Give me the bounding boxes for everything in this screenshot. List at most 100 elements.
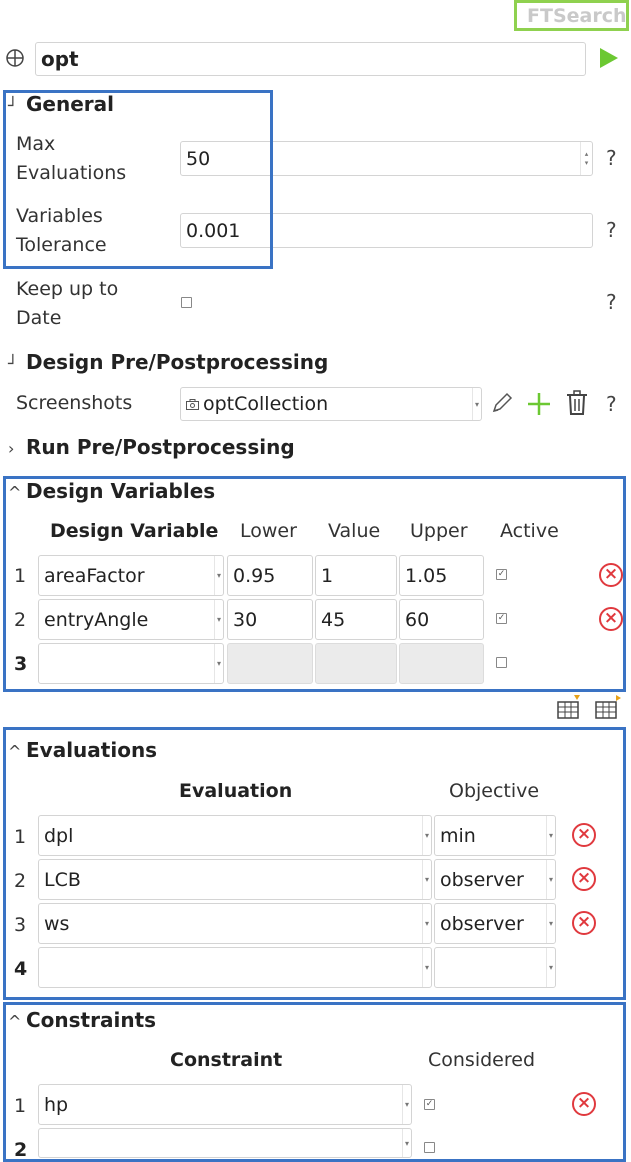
upper-value: 60 (405, 608, 430, 631)
col-active: Active (500, 520, 559, 542)
max-evaluations-value: 50 (186, 147, 211, 170)
table-import-icon[interactable] (556, 694, 582, 720)
active-checkbox[interactable]: ✓ (496, 569, 507, 580)
screenshots-label: Screenshots (16, 392, 133, 414)
max-evaluations-label: Max Evaluations (16, 133, 127, 184)
chevron-down-icon[interactable]: ▾ (214, 644, 223, 683)
considered-checkbox[interactable]: ✓ (424, 1099, 435, 1110)
chevron-down-icon[interactable]: ▾ (214, 556, 223, 595)
evaluation-name-value: ws (44, 912, 70, 935)
chevron-down-icon[interactable]: ▾ (546, 816, 555, 855)
object-name-field[interactable]: opt (35, 42, 586, 76)
considered-checkbox[interactable] (424, 1142, 435, 1153)
chevron-down-icon[interactable]: ▾ (402, 1085, 411, 1124)
ftsearch-button[interactable]: FTSearch (514, 0, 629, 31)
table-export-icon[interactable] (594, 694, 622, 720)
camera-icon (186, 398, 199, 410)
value-field[interactable]: 1 (315, 555, 397, 596)
delete-row-icon[interactable]: × (572, 911, 596, 935)
help-icon[interactable]: ? (606, 290, 617, 314)
section-general-header[interactable]: ┘ General (8, 92, 114, 116)
row-number: 2 (14, 1139, 28, 1161)
active-checkbox[interactable]: ✓ (496, 613, 507, 624)
ftsearch-button-label: FTSearch (527, 5, 627, 27)
keep-up-to-date-checkbox[interactable] (181, 297, 192, 308)
design-variable-name-field[interactable]: entryAngle ▾ (38, 599, 224, 640)
section-run-prepost-title: Run Pre/Postprocessing (26, 435, 295, 459)
play-icon[interactable] (598, 46, 620, 70)
lower-field[interactable]: 0.95 (227, 555, 313, 596)
section-evaluations-header[interactable]: ^ Evaluations (8, 738, 157, 762)
upper-value: 1.05 (405, 564, 448, 587)
evaluation-name-value: dpl (44, 824, 74, 847)
design-variable-name-field[interactable]: ▾ (38, 643, 224, 684)
evaluation-name-field[interactable]: dpl ▾ (38, 815, 432, 856)
collapse-corner-icon: ┘ (8, 354, 18, 373)
delete-row-icon[interactable]: × (599, 563, 623, 587)
constraint-name-field[interactable]: hp ▾ (38, 1084, 412, 1125)
row-number: 3 (14, 653, 28, 675)
chevron-down-icon[interactable]: ▾ (422, 816, 431, 855)
delete-row-icon[interactable]: × (572, 823, 596, 847)
help-icon[interactable]: ? (606, 218, 617, 242)
chevron-down-icon[interactable]: ▾ (546, 904, 555, 943)
upper-field[interactable]: 60 (399, 599, 484, 640)
add-icon[interactable] (526, 391, 552, 417)
evaluation-name-field[interactable]: ▾ (38, 947, 432, 988)
chevron-down-icon[interactable]: ▾ (214, 600, 223, 639)
collapse-corner-icon: ┘ (8, 96, 18, 115)
variables-tolerance-field[interactable]: 0.001 (180, 213, 593, 248)
delete-row-icon[interactable]: × (599, 607, 623, 631)
delete-row-icon[interactable]: × (572, 1092, 596, 1116)
chevron-up-icon: ^ (8, 483, 22, 502)
section-constraints-header[interactable]: ^ Constraints (8, 1008, 156, 1032)
chevron-down-icon[interactable]: ▾ (546, 948, 555, 987)
objective-select[interactable]: min ▾ (434, 815, 556, 856)
pencil-icon[interactable] (490, 391, 514, 415)
evaluation-name-field[interactable]: ws ▾ (38, 903, 432, 944)
objective-select[interactable]: observer ▾ (434, 903, 556, 944)
design-variable-name-value: entryAngle (44, 608, 149, 631)
chevron-down-icon[interactable]: ▾ (422, 904, 431, 943)
trash-icon[interactable] (565, 390, 589, 416)
lower-value: 30 (233, 608, 258, 631)
design-variable-name-value: areaFactor (44, 564, 145, 587)
design-variable-name-field[interactable]: areaFactor ▾ (38, 555, 224, 596)
screenshots-select[interactable]: optCollection ▾ (180, 387, 482, 421)
help-icon[interactable]: ? (606, 392, 617, 416)
active-checkbox[interactable] (496, 657, 507, 668)
chevron-up-icon: ^ (8, 742, 22, 761)
constraint-name-field[interactable]: ▾ (38, 1128, 412, 1158)
value-field[interactable]: 45 (315, 599, 397, 640)
lower-value: 0.95 (233, 564, 276, 587)
section-design-variables-header[interactable]: ^ Design Variables (8, 479, 215, 503)
objective-select[interactable]: ▾ (434, 947, 556, 988)
chevron-right-icon: › (8, 439, 15, 458)
col-value: Value (328, 520, 381, 542)
chevron-up-icon: ^ (8, 1012, 22, 1031)
evaluation-name-field[interactable]: LCB ▾ (38, 859, 432, 900)
chevron-down-icon[interactable]: ▾ (472, 388, 481, 420)
chevron-down-icon[interactable]: ▾ (546, 860, 555, 899)
help-icon[interactable]: ? (606, 146, 617, 170)
section-design-prepost-header[interactable]: ┘ Design Pre/Postprocessing (8, 350, 328, 374)
object-name-value: opt (41, 47, 79, 71)
objective-value: min (440, 824, 476, 847)
crosshair-icon (5, 48, 25, 68)
keep-up-to-date-label: Keep up to Date (16, 278, 119, 329)
delete-row-icon[interactable]: × (572, 867, 596, 891)
screenshots-value: optCollection (203, 393, 329, 415)
constraint-name-value: hp (44, 1093, 69, 1116)
chevron-down-icon[interactable]: ▾ (402, 1129, 411, 1157)
spinner-icon[interactable]: ▴ ▾ (580, 142, 592, 175)
value-value: 45 (321, 608, 346, 631)
col-considered: Considered (428, 1049, 536, 1071)
upper-field[interactable]: 1.05 (399, 555, 484, 596)
chevron-down-icon[interactable]: ▾ (422, 860, 431, 899)
max-evaluations-field[interactable]: 50 ▴ ▾ (180, 141, 593, 176)
lower-field[interactable]: 30 (227, 599, 313, 640)
section-run-prepost-header[interactable]: › Run Pre/Postprocessing (8, 435, 295, 459)
chevron-down-icon[interactable]: ▾ (422, 948, 431, 987)
col-constraint: Constraint (170, 1049, 283, 1071)
objective-select[interactable]: observer ▾ (434, 859, 556, 900)
